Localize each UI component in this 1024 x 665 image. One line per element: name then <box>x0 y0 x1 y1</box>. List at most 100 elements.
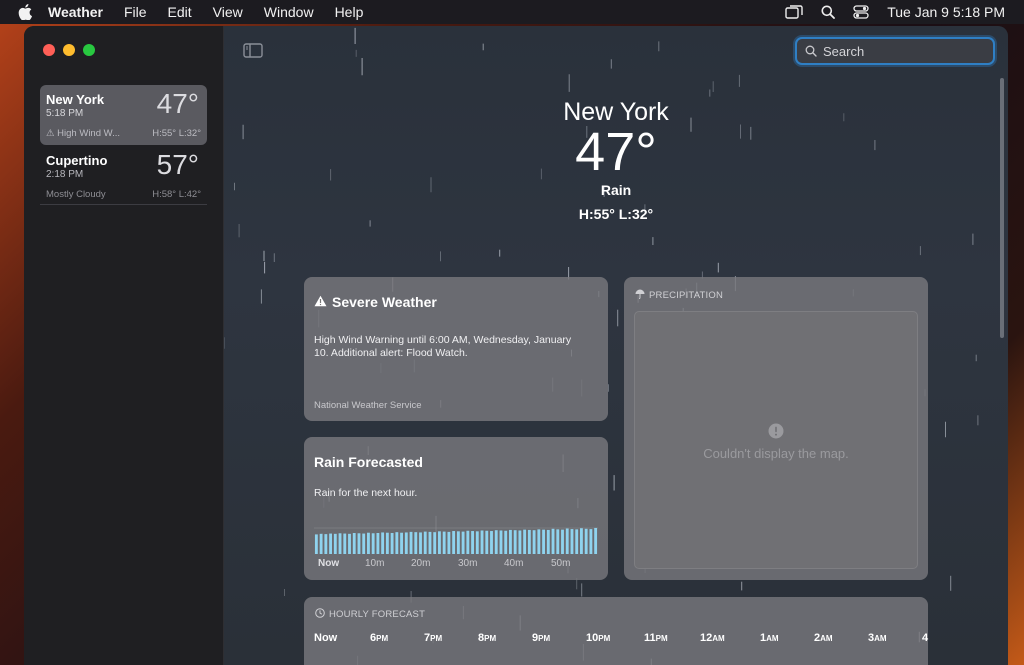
rain-intensity-bar <box>490 531 493 554</box>
rain-intensity-chart <box>314 527 598 554</box>
search-field[interactable] <box>795 37 995 65</box>
rain-intensity-bar <box>442 531 446 554</box>
rain-intensity-bar <box>580 528 583 554</box>
rain-forecast-card[interactable]: Rain Forecasted Rain for the next hour. … <box>304 437 608 580</box>
rain-intensity-bar <box>343 533 347 554</box>
minimize-button[interactable] <box>63 44 75 56</box>
severe-weather-body: High Wind Warning until 6:00 AM, Wednesd… <box>314 334 572 359</box>
rain-intensity-bar <box>319 533 323 554</box>
hourly-forecast-hours: Now 6PM 7PM 8PM 9PM 10PM 11PM 12AM 1AM 2AM 3AM 4 <box>314 632 928 648</box>
rain-intensity-bar <box>589 529 593 554</box>
zoom-button[interactable] <box>83 44 95 56</box>
hourly-forecast-label: HOURLY FORECAST <box>315 608 425 621</box>
rain-intensity-bar <box>357 533 361 554</box>
hourly-forecast-hour: 9PM <box>532 632 551 644</box>
rain-forecast-body: Rain for the next hour. <box>314 487 418 499</box>
axis-label-10m: 10m <box>365 558 385 569</box>
menu-view[interactable]: View <box>213 4 243 20</box>
rain-intensity-bar <box>400 532 403 554</box>
menu-datetime[interactable]: Tue Jan 9 5:18 PM <box>887 4 1005 20</box>
close-button[interactable] <box>43 44 55 56</box>
screen-mirroring-icon[interactable] <box>785 5 803 19</box>
location-condition-text: High Wind W... <box>57 128 120 139</box>
sidebar: New York 5:18 PM 47° ⚠ High Wind W... H:… <box>24 26 224 665</box>
axis-label-now: Now <box>318 558 340 569</box>
map-error-message: Couldn't display the map. <box>703 446 849 461</box>
menu-window[interactable]: Window <box>264 4 314 20</box>
location-temp: 57° <box>156 149 199 180</box>
rain-intensity-bar <box>575 529 579 554</box>
rain-intensity-bar <box>461 531 465 554</box>
current-condition: Rain <box>600 182 632 198</box>
hourly-forecast-hour: 6PM <box>370 632 389 644</box>
rain-intensity-bar <box>409 531 413 554</box>
search-icon <box>805 45 817 57</box>
hourly-forecast-card[interactable]: HOURLY FORECAST Now 6PM 7PM 8PM 9PM 10PM 11PM 1… <box>304 597 928 665</box>
location-time: 2:18 PM <box>46 169 84 180</box>
menu-app-name[interactable]: Weather <box>48 4 103 20</box>
search-icon[interactable] <box>821 5 836 19</box>
rain-intensity-bar <box>452 531 456 554</box>
rain-forecast-axis: Now 10m 20m 30m 40m 50m <box>314 558 598 570</box>
rain-intensity-bar <box>348 533 351 554</box>
rain-intensity-bar <box>527 529 531 554</box>
rain-intensity-bar <box>542 529 545 554</box>
severe-weather-title-text: Severe Weather <box>332 294 437 310</box>
hourly-forecast-hour: 12AM <box>700 632 725 644</box>
search-input[interactable] <box>823 43 983 59</box>
rain-intensity-bar <box>423 531 427 554</box>
precipitation-label-text: PRECIPITATION <box>649 290 724 301</box>
rain-intensity-bar <box>428 531 432 554</box>
rain-intensity-bar <box>414 532 418 554</box>
hourly-forecast-hour: 11PM <box>644 632 668 644</box>
location-item-new-york[interactable]: New York 5:18 PM 47° ⚠ High Wind W... H:… <box>40 85 207 145</box>
rain-intensity-bar <box>447 531 451 554</box>
rain-intensity-bar <box>504 530 508 554</box>
current-temperature: 47° <box>575 122 657 182</box>
rain-intensity-bar <box>367 532 370 554</box>
precipitation-card[interactable]: PRECIPITATION Couldn't display the map. <box>624 277 928 580</box>
rain-intensity-bar <box>438 531 441 554</box>
rain-intensity-bar <box>499 530 503 554</box>
location-time: 5:18 PM <box>46 108 84 119</box>
apple-icon[interactable] <box>16 4 34 20</box>
location-condition: ⚠ High Wind W... <box>46 128 134 139</box>
rain-intensity-bar <box>381 532 385 554</box>
location-hilo: H:55° L:32° <box>152 128 201 139</box>
rain-intensity-bar <box>376 533 380 554</box>
clock-icon <box>315 608 325 621</box>
hourly-forecast-hour: 2AM <box>814 632 833 644</box>
rain-intensity-bar <box>594 527 598 554</box>
rain-intensity-bar <box>329 533 332 554</box>
axis-label-20m: 20m <box>411 558 431 569</box>
rain-intensity-bar <box>433 532 437 554</box>
menu-bar: Weather File Edit View Window Help Tue J… <box>0 0 1024 24</box>
severe-weather-card[interactable]: Severe Weather High Wind Warning until 6… <box>304 277 608 421</box>
hourly-forecast-hour: 1AM <box>760 632 779 644</box>
menu-edit[interactable]: Edit <box>168 4 192 20</box>
hourly-forecast-hour: 4 <box>922 632 929 644</box>
rain-intensity-bar <box>419 532 422 554</box>
hourly-forecast-hour: 7PM <box>424 632 443 644</box>
rain-intensity-bar <box>324 534 328 554</box>
rain-intensity-bar <box>546 529 550 554</box>
rain-intensity-bar <box>513 530 517 554</box>
location-item-cupertino[interactable]: Cupertino 2:18 PM 57° Mostly Cloudy H:58… <box>40 146 207 205</box>
control-center-icon[interactable] <box>853 5 869 19</box>
rain-intensity-bar <box>456 531 460 554</box>
rain-intensity-bar <box>404 532 408 554</box>
location-condition: Mostly Cloudy <box>46 189 106 200</box>
rain-intensity-bar <box>352 533 356 554</box>
severe-weather-source: National Weather Service <box>314 400 422 411</box>
rain-intensity-bar <box>565 528 569 554</box>
rain-intensity-bar <box>362 533 366 554</box>
precipitation-map[interactable]: Couldn't display the map. <box>634 311 918 569</box>
menu-file[interactable]: File <box>124 4 147 20</box>
weather-window: New York 5:18 PM 47° ⚠ High Wind W... H:… <box>24 26 1008 665</box>
axis-label-30m: 30m <box>458 558 478 569</box>
rain-intensity-bar <box>395 532 399 554</box>
sidebar-toggle-icon[interactable] <box>243 43 263 58</box>
menu-help[interactable]: Help <box>335 4 364 20</box>
hourly-forecast-hour: 3AM <box>868 632 887 644</box>
window-controls <box>43 44 95 56</box>
